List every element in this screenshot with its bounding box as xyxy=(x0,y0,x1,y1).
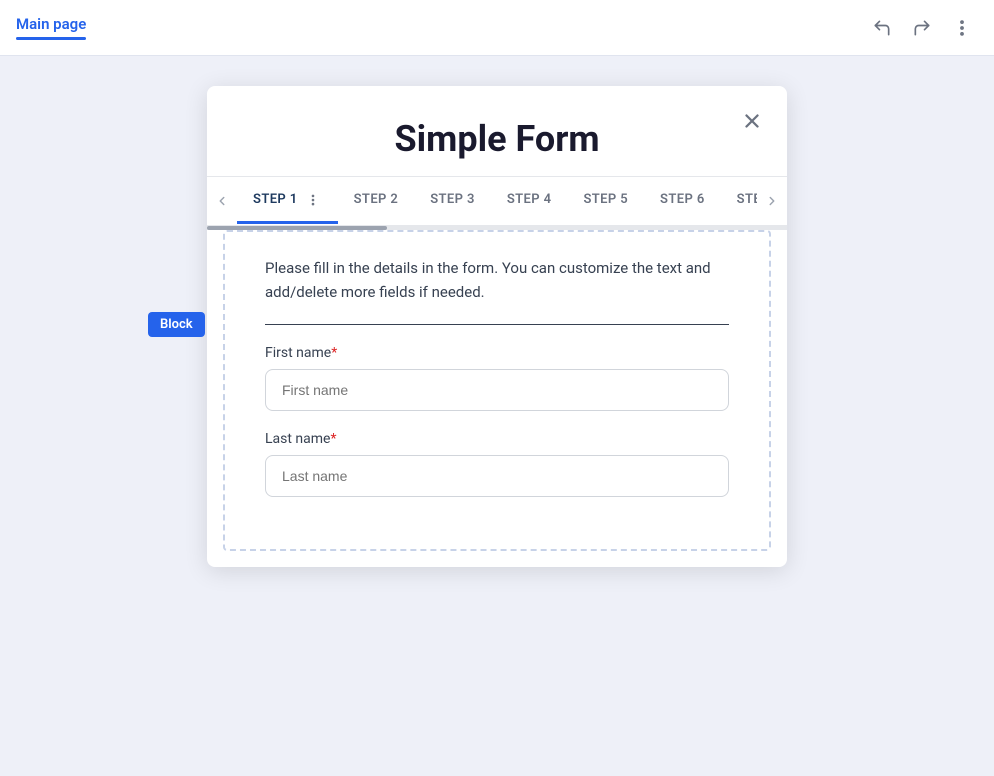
tabs-prev-button[interactable] xyxy=(207,177,237,225)
scroll-track[interactable] xyxy=(207,226,787,230)
form-header: Simple Form xyxy=(207,86,787,176)
scroll-thumb xyxy=(207,226,387,230)
form-description: Please fill in the details in the form. … xyxy=(265,256,729,304)
tab-step1-label: STEP 1 xyxy=(253,192,298,207)
form-body: Please fill in the details in the form. … xyxy=(223,230,771,551)
last-name-input[interactable] xyxy=(265,455,729,497)
tab-step4-label: STEP 4 xyxy=(507,192,552,207)
last-name-label: Last name* xyxy=(265,431,729,447)
tab-step7[interactable]: STEP xyxy=(721,178,757,224)
form-divider xyxy=(265,324,729,325)
form-card: Simple Form STEP 1 xyxy=(207,86,787,567)
tab-underline xyxy=(16,37,86,40)
tab-step2[interactable]: STEP 2 xyxy=(338,178,415,224)
tab-step1[interactable]: STEP 1 xyxy=(237,178,338,224)
tab-step7-label: STEP xyxy=(737,192,757,207)
form-title: Simple Form xyxy=(247,118,747,160)
last-name-required: * xyxy=(330,431,336,447)
block-badge[interactable]: Block xyxy=(148,312,205,337)
first-name-field: First name* xyxy=(265,345,729,411)
tabs-bar: STEP 1 STEP 2 STEP 3 ST xyxy=(207,176,787,226)
tab-step6[interactable]: STEP 6 xyxy=(644,178,721,224)
tab-step5-label: STEP 5 xyxy=(583,192,628,207)
main-content: Block Simple Form STEP 1 xyxy=(0,56,994,776)
undo-button[interactable] xyxy=(866,12,898,44)
more-options-button[interactable] xyxy=(946,12,978,44)
tabs-next-button[interactable] xyxy=(757,177,787,225)
close-button[interactable] xyxy=(737,106,767,136)
top-bar: Main page xyxy=(0,0,994,56)
tab-step6-label: STEP 6 xyxy=(660,192,705,207)
tab-step1-options[interactable] xyxy=(304,193,322,207)
first-name-label: First name* xyxy=(265,345,729,361)
redo-button[interactable] xyxy=(906,12,938,44)
main-page-tab[interactable]: Main page xyxy=(16,15,86,40)
tab-step2-label: STEP 2 xyxy=(354,192,399,207)
tabs-list: STEP 1 STEP 2 STEP 3 ST xyxy=(237,178,757,224)
toolbar-actions xyxy=(866,12,978,44)
first-name-input[interactable] xyxy=(265,369,729,411)
tab-step3[interactable]: STEP 3 xyxy=(414,178,491,224)
tab-step3-label: STEP 3 xyxy=(430,192,475,207)
first-name-required: * xyxy=(331,345,337,361)
tab-step4[interactable]: STEP 4 xyxy=(491,178,568,224)
tab-step5[interactable]: STEP 5 xyxy=(567,178,644,224)
tab-label: Main page xyxy=(16,15,86,37)
last-name-field: Last name* xyxy=(265,431,729,497)
